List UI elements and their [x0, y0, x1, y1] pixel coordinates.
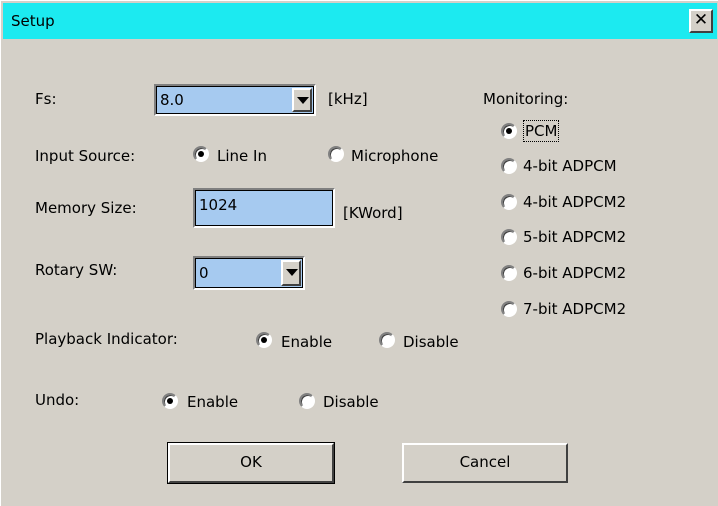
- radio-microphone[interactable]: [328, 146, 344, 162]
- radio-monitoring-5bit-adpcm2[interactable]: [501, 229, 517, 245]
- chevron-down-icon[interactable]: [292, 88, 312, 112]
- ok-button-label: OK: [240, 453, 262, 471]
- radio-playback-enable[interactable]: [256, 332, 272, 348]
- undo-label: Undo:: [35, 391, 80, 409]
- memory-size-value: 1024: [199, 196, 238, 214]
- radio-playback-disable[interactable]: [379, 332, 395, 348]
- radio-playback-enable-label: Enable: [281, 333, 333, 351]
- radio-undo-disable-label: Disable: [323, 393, 379, 411]
- radio-monitoring-4bit-adpcm[interactable]: [501, 158, 517, 174]
- window-title: Setup: [11, 12, 55, 30]
- ok-button[interactable]: OK: [167, 442, 335, 484]
- title-bar[interactable]: Setup ✕: [3, 3, 717, 39]
- radio-monitoring-pcm[interactable]: [501, 123, 517, 139]
- chevron-down-icon[interactable]: [281, 260, 301, 286]
- radio-monitoring-pcm-label: PCM: [522, 120, 560, 142]
- radio-undo-disable[interactable]: [299, 393, 315, 409]
- memory-size-unit: [KWord]: [343, 204, 403, 222]
- cancel-button-label: Cancel: [459, 453, 511, 471]
- close-button[interactable]: ✕: [689, 9, 713, 33]
- radio-line-in-label: Line In: [217, 147, 267, 165]
- radio-undo-enable-label: Enable: [187, 393, 239, 411]
- radio-undo-enable[interactable]: [162, 393, 178, 409]
- radio-monitoring-4bit-adpcm2[interactable]: [501, 194, 517, 210]
- memory-size-label: Memory Size:: [35, 199, 137, 217]
- radio-line-in[interactable]: [193, 146, 209, 162]
- fs-unit: [kHz]: [328, 90, 368, 108]
- cancel-button[interactable]: Cancel: [402, 443, 568, 483]
- radio-monitoring-6bit-adpcm2[interactable]: [501, 265, 517, 281]
- radio-monitoring-6bit-adpcm2-label: 6-bit ADPCM2: [523, 264, 627, 282]
- radio-monitoring-4bit-adpcm2-label: 4-bit ADPCM2: [523, 193, 627, 211]
- playback-indicator-label: Playback Indicator:: [35, 330, 178, 348]
- rotary-sw-select[interactable]: 0: [193, 256, 305, 290]
- radio-microphone-label: Microphone: [351, 147, 439, 165]
- fs-label: Fs:: [35, 90, 57, 108]
- setup-dialog: Setup ✕ Fs: 8.0 [kHz] Input Source: Line…: [0, 0, 718, 506]
- radio-monitoring-7bit-adpcm2[interactable]: [501, 301, 517, 317]
- fs-select[interactable]: 8.0: [154, 84, 316, 116]
- radio-monitoring-4bit-adpcm-label: 4-bit ADPCM: [523, 157, 617, 175]
- close-icon: ✕: [693, 10, 709, 30]
- rotary-sw-value: 0: [199, 264, 209, 282]
- radio-monitoring-7bit-adpcm2-label: 7-bit ADPCM2: [523, 300, 627, 318]
- monitoring-label: Monitoring:: [483, 90, 569, 108]
- radio-playback-disable-label: Disable: [403, 333, 459, 351]
- rotary-sw-label: Rotary SW:: [35, 261, 118, 279]
- input-source-label: Input Source:: [35, 147, 136, 165]
- fs-value: 8.0: [160, 91, 184, 109]
- memory-size-input[interactable]: 1024: [193, 188, 335, 228]
- radio-monitoring-5bit-adpcm2-label: 5-bit ADPCM2: [523, 228, 627, 246]
